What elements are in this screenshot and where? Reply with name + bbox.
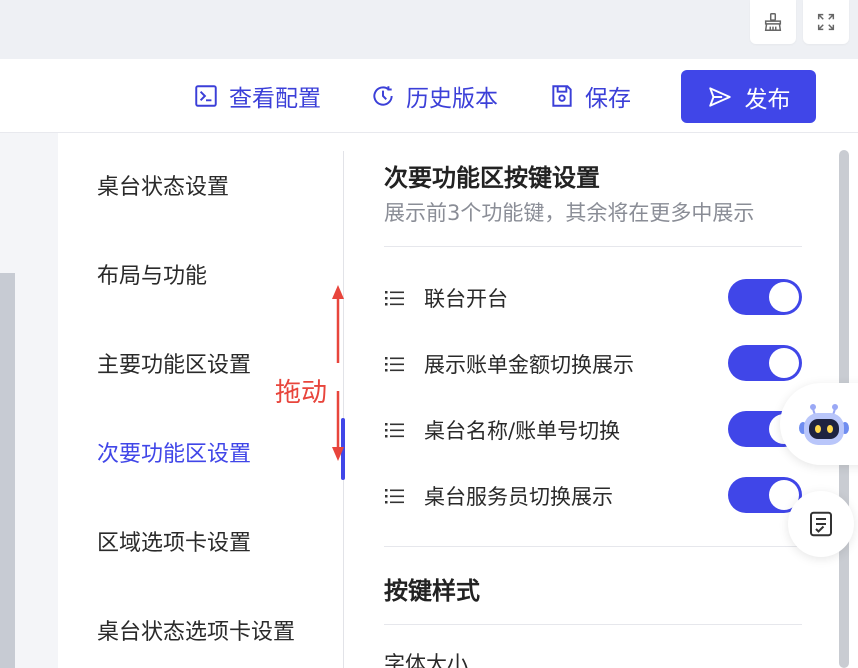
item-toggle[interactable] [728, 345, 802, 381]
section-divider [384, 624, 802, 625]
nav-item-layout[interactable]: 布局与功能 [97, 258, 207, 290]
drag-handle-icon[interactable] [384, 353, 406, 375]
item-label: 桌台名称/账单号切换 [424, 419, 621, 443]
checklist-icon [810, 511, 832, 537]
drag-arrow-icon [332, 285, 344, 461]
list-item[interactable]: 联台开台 [384, 279, 802, 319]
item-label: 展示账单金额切换展示 [424, 353, 634, 377]
view-config-label: 查看配置 [229, 86, 321, 112]
ai-assistant-button[interactable] [780, 383, 858, 465]
nav-item-secondary-area[interactable]: 次要功能区设置 [97, 436, 251, 468]
view-config-button[interactable]: 查看配置 [193, 78, 321, 114]
toggle-knob [769, 282, 799, 312]
nav-item-region-tabs[interactable]: 区域选项卡设置 [97, 525, 251, 557]
drag-handle-icon[interactable] [384, 287, 406, 309]
secondary-section-subtitle: 展示前3个功能键，其余将在更多中展示 [384, 201, 755, 225]
broom-icon [764, 13, 782, 31]
item-label: 桌台服务员切换展示 [424, 485, 613, 509]
app-root: 查看配置 历史版本 保存 发布 桌台状态设置 布局与功能 主要功能区设置 次要功… [0, 0, 858, 668]
section-divider [384, 246, 802, 247]
item-toggle[interactable] [728, 279, 802, 315]
send-icon [708, 86, 731, 107]
drag-annotation-label: 拖动 [275, 378, 328, 408]
nav-item-table-status[interactable]: 桌台状态设置 [97, 169, 229, 201]
list-item[interactable]: 桌台名称/账单号切换 [384, 411, 802, 451]
save-icon [552, 85, 572, 107]
button-style-title: 按键样式 [384, 577, 480, 605]
clock-history-icon [373, 86, 393, 106]
list-item[interactable]: 桌台服务员切换展示 [384, 477, 802, 517]
section-divider [384, 546, 802, 547]
secondary-section-title: 次要功能区按键设置 [384, 164, 600, 192]
fullscreen-button[interactable] [803, 0, 849, 44]
save-button[interactable]: 保存 [549, 78, 631, 114]
clean-button[interactable] [750, 0, 796, 44]
nav-item-table-status-tabs[interactable]: 桌台状态选项卡设置 [97, 614, 295, 646]
preview-strip [0, 273, 15, 668]
expand-icon [817, 13, 835, 31]
nav-item-primary-area[interactable]: 主要功能区设置 [97, 347, 251, 379]
drag-handle-icon[interactable] [384, 485, 406, 507]
top-toolbar: 查看配置 历史版本 保存 发布 [0, 59, 858, 133]
publish-label: 发布 [744, 86, 791, 113]
drag-handle-icon[interactable] [384, 419, 406, 441]
publish-button[interactable]: 发布 [681, 70, 816, 123]
robot-icon [799, 404, 849, 445]
save-label: 保存 [585, 86, 631, 112]
terminal-icon [195, 85, 217, 107]
list-item[interactable]: 展示账单金额切换展示 [384, 345, 802, 385]
task-notes-button[interactable] [788, 491, 854, 557]
toggle-knob [769, 348, 799, 378]
font-size-label: 字体大小 [384, 652, 468, 668]
history-button[interactable]: 历史版本 [370, 78, 498, 114]
history-label: 历史版本 [406, 86, 498, 112]
settings-panel: 桌台状态设置 布局与功能 主要功能区设置 次要功能区设置 区域选项卡设置 桌台状… [58, 133, 858, 668]
item-label: 联台开台 [424, 287, 508, 311]
